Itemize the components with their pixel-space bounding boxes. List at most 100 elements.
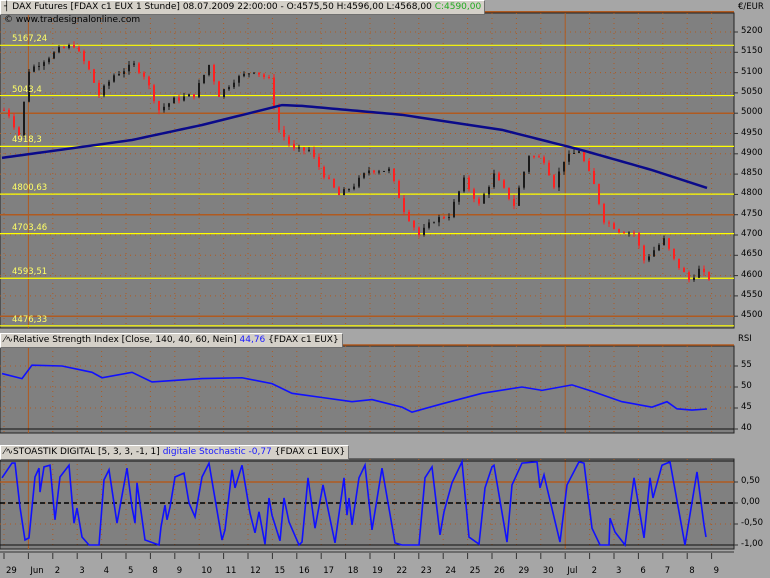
price-tick-label: 4750	[741, 208, 763, 219]
candle-up	[173, 97, 175, 104]
candle-up	[488, 186, 490, 195]
candle-up	[558, 171, 560, 188]
candle-down	[373, 170, 375, 173]
candle-up	[163, 106, 165, 111]
rsi-tick-label: 45	[741, 402, 752, 412]
candle-down	[293, 143, 295, 149]
candle-down	[73, 45, 75, 48]
candle-up	[298, 147, 300, 149]
level-label: 5167,24	[12, 34, 48, 45]
candle-up	[378, 171, 380, 173]
candle-down	[588, 161, 590, 171]
candle-up	[43, 62, 45, 66]
price-tick-label: 4650	[741, 249, 763, 260]
candle-down	[418, 227, 420, 236]
candle-down	[398, 181, 400, 199]
candle-down	[668, 238, 670, 249]
candle-down	[328, 177, 330, 179]
candle-down	[333, 178, 335, 188]
candle-up	[363, 173, 365, 178]
candle-down	[213, 64, 215, 82]
candle-down	[313, 149, 315, 157]
stoch-tick-label: -1,00	[741, 539, 763, 549]
rsi-tick-label: 40	[741, 423, 752, 433]
candle-up	[563, 161, 565, 172]
candle-down	[193, 94, 195, 98]
candle-down	[13, 116, 15, 128]
candle-down	[78, 47, 80, 52]
candle-down	[8, 110, 10, 117]
candle-down	[413, 220, 415, 228]
price-tick-label: 4700	[741, 229, 763, 239]
candle-up	[463, 177, 465, 192]
candle-up	[433, 222, 435, 224]
date-label: 2	[54, 566, 61, 576]
candle-down	[408, 211, 410, 221]
candle-down	[678, 258, 680, 269]
level-label: 4918,3	[12, 135, 42, 146]
candle-down	[598, 184, 600, 204]
candle-down	[468, 177, 470, 190]
date-label: 5	[128, 566, 134, 576]
candle-down	[548, 162, 550, 176]
price-axis-unit: €/EUR	[738, 2, 764, 12]
date-label: 18	[347, 566, 359, 576]
candle-up	[23, 101, 25, 136]
candle-up	[238, 76, 240, 83]
rsi-panel-header[interactable]: ⁄∿Relative Strength Index [Close, 140, 4…	[0, 333, 343, 348]
candle-down	[613, 223, 615, 230]
stoch-panel-header[interactable]: ⁄∿STOASTIK DIGITAL [5, 3, 3, -1, 1] digi…	[0, 445, 350, 460]
candle-up	[123, 71, 125, 74]
stoch-tick-label: -0,50	[741, 518, 763, 528]
date-label: 12	[250, 566, 261, 576]
candle-up	[458, 191, 460, 202]
candle-down	[443, 217, 445, 219]
candle-down	[478, 198, 480, 204]
candle-up	[358, 177, 360, 187]
candle-up	[168, 103, 170, 107]
price-tick-label: 4800	[741, 188, 763, 199]
candle-up	[693, 277, 695, 281]
candle-down	[273, 77, 275, 108]
date-label: 6	[640, 566, 646, 576]
candle-up	[228, 87, 230, 90]
candle-up	[483, 194, 485, 204]
date-label: 8	[689, 566, 695, 576]
date-label: 17	[323, 566, 335, 576]
candle-up	[698, 268, 700, 278]
candle-down	[93, 69, 95, 83]
date-label: 29	[518, 566, 530, 576]
candle-up	[108, 81, 110, 86]
candle-down	[218, 81, 220, 97]
candle-up	[573, 152, 575, 154]
candle-down	[683, 268, 685, 273]
candle-up	[428, 222, 430, 228]
candle-up	[33, 66, 35, 72]
stoch-value: digitale Stochastic -0,77	[162, 447, 272, 457]
rsi-tick-label: 50	[741, 381, 752, 391]
candle-down	[538, 156, 540, 158]
date-label: Jul	[567, 566, 578, 576]
rsi-title: Relative Strength Index [Close, 140, 40,…	[13, 335, 237, 345]
candle-up	[343, 189, 345, 196]
rsi-axis-unit: RSI	[738, 334, 752, 344]
price-tick-label: 5200	[741, 26, 763, 36]
rsi-source: {FDAX c1 EUX}	[268, 335, 339, 345]
price-tick-label: 5100	[741, 66, 763, 77]
price-tick-label: 4850	[741, 168, 763, 179]
candle-down	[633, 232, 635, 234]
candle-up	[253, 72, 255, 74]
date-label: 29	[6, 566, 17, 576]
candle-up	[438, 217, 440, 223]
candle-up	[103, 85, 105, 96]
price-tick-label: 4900	[741, 147, 763, 158]
candle-up	[198, 83, 200, 98]
candle-down	[303, 147, 305, 151]
price-tick-label: 4500	[741, 310, 763, 321]
price-tick-label: 5050	[741, 86, 763, 97]
price-panel-header: ┤ DAX Futures [FDAX c1 EUX 1 Stunde] 08.…	[0, 0, 486, 15]
chart-canvas[interactable]	[0, 0, 770, 578]
date-label: 9	[713, 566, 720, 576]
date-label: 15	[274, 566, 286, 576]
candle-down	[643, 245, 645, 261]
